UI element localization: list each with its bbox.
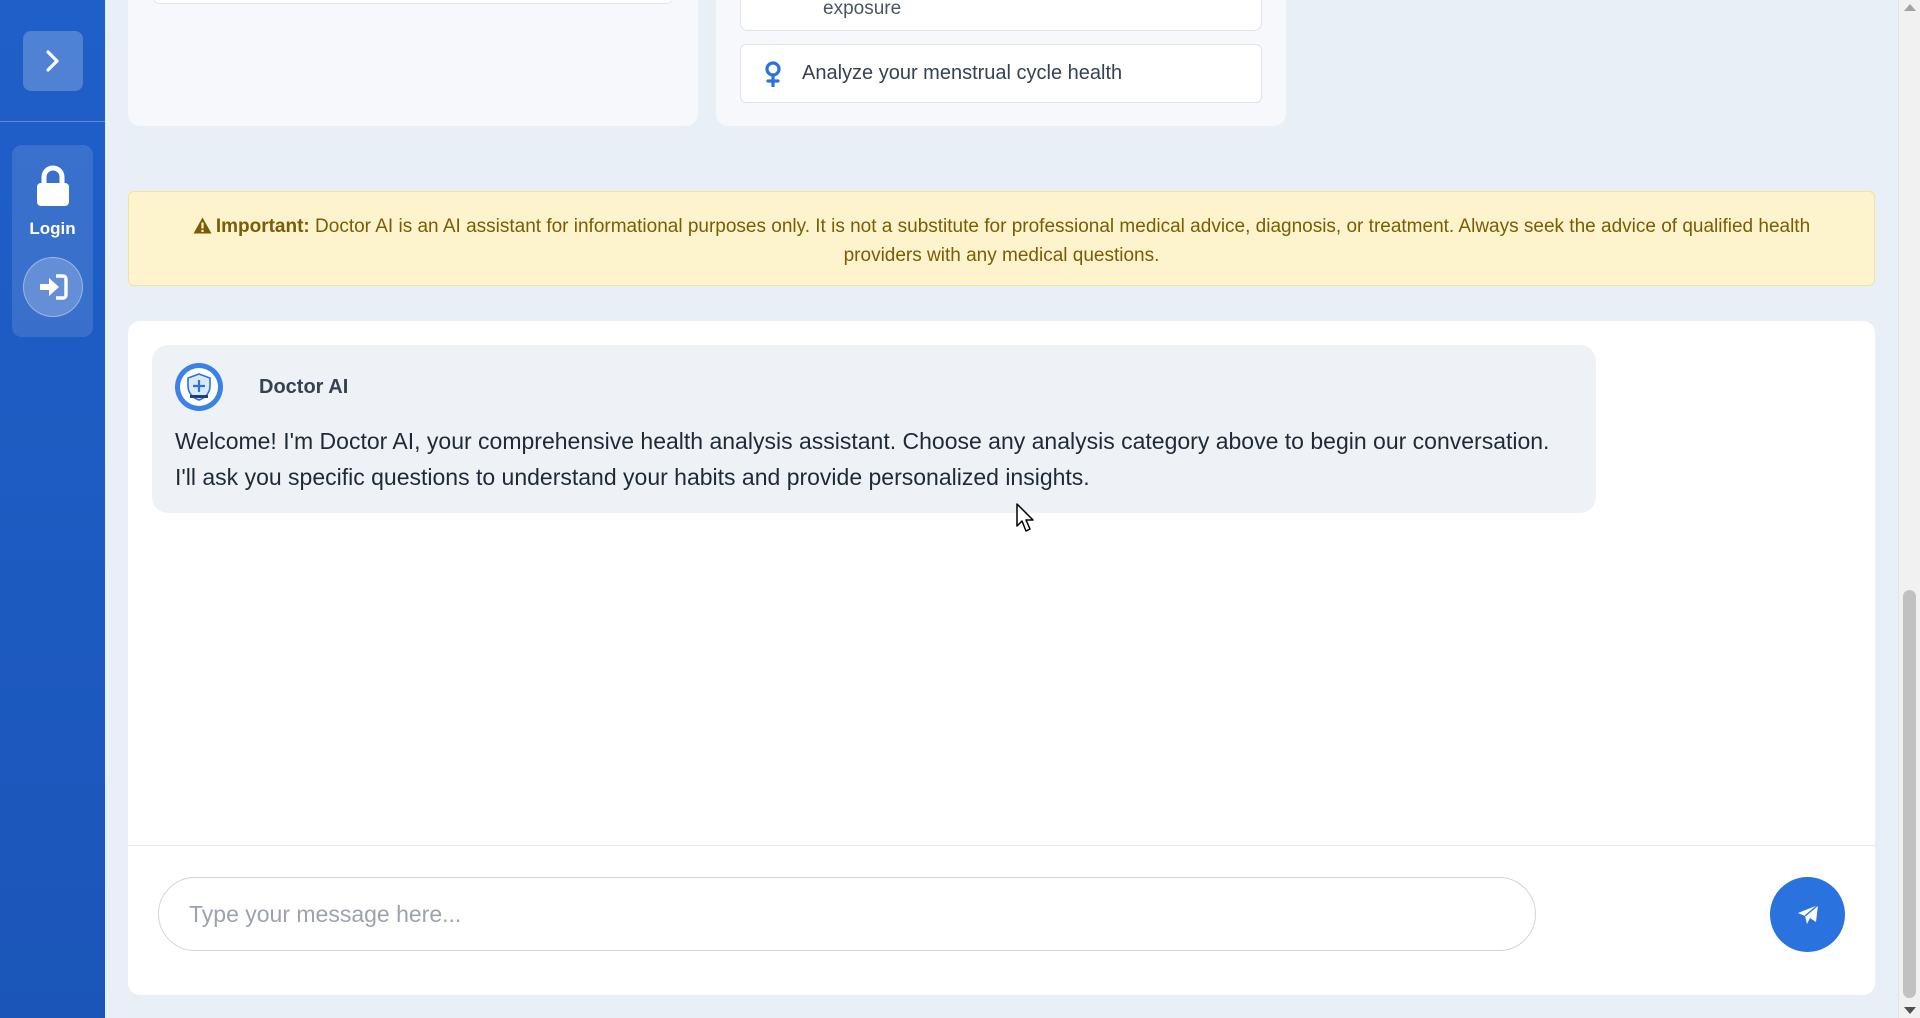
category-option-menstrual[interactable]: Analyze your menstrual cycle health	[740, 44, 1262, 103]
scroll-up-arrow-icon[interactable]	[1904, 4, 1916, 11]
mouse-cursor-icon	[1016, 503, 1034, 532]
chat-panel: Doctor AI Welcome! I'm Doctor AI, your c…	[128, 321, 1875, 995]
sidebar-toggle-button[interactable]	[23, 31, 83, 91]
login-label: Login	[29, 219, 76, 238]
page-scrollbar[interactable]	[1898, 0, 1920, 1018]
sidebar: Login	[0, 0, 105, 1018]
category-option-label: Analyze your menstrual cycle health	[802, 62, 1123, 84]
message-text: Welcome! I'm Doctor AI, your comprehensi…	[175, 428, 1550, 490]
category-option[interactable]	[152, 0, 674, 4]
category-option-exposure[interactable]: exposure	[740, 0, 1262, 31]
chat-divider	[128, 845, 1875, 846]
sign-in-icon	[40, 274, 68, 300]
doctor-ai-logo-icon	[187, 373, 211, 401]
female-symbol-icon	[765, 60, 781, 87]
disclaimer-label: Important:	[215, 216, 310, 237]
chevron-right-icon	[46, 50, 59, 72]
chat-message: Doctor AI Welcome! I'm Doctor AI, your c…	[152, 345, 1596, 513]
category-card: exposure Analyze your menstrual cycle he…	[716, 0, 1286, 126]
paper-plane-icon	[1797, 903, 1818, 924]
send-button[interactable]	[1770, 877, 1845, 952]
message-sender: Doctor AI	[259, 376, 349, 398]
lock-icon	[37, 165, 69, 206]
disclaimer-text: Doctor AI is an AI assistant for informa…	[315, 216, 1811, 266]
sidebar-divider	[0, 121, 105, 122]
scroll-down-arrow-icon[interactable]	[1904, 1007, 1916, 1014]
login-card: Login	[12, 145, 93, 337]
scroll-thumb[interactable]	[1903, 590, 1916, 998]
category-card	[128, 0, 698, 126]
avatar	[175, 363, 223, 411]
disclaimer-banner: Important: Doctor AI is an AI assistant …	[128, 191, 1875, 286]
login-button[interactable]	[23, 257, 83, 317]
warning-triangle-icon	[193, 217, 212, 234]
category-option-label: exposure	[823, 0, 902, 19]
message-input[interactable]	[158, 877, 1536, 951]
